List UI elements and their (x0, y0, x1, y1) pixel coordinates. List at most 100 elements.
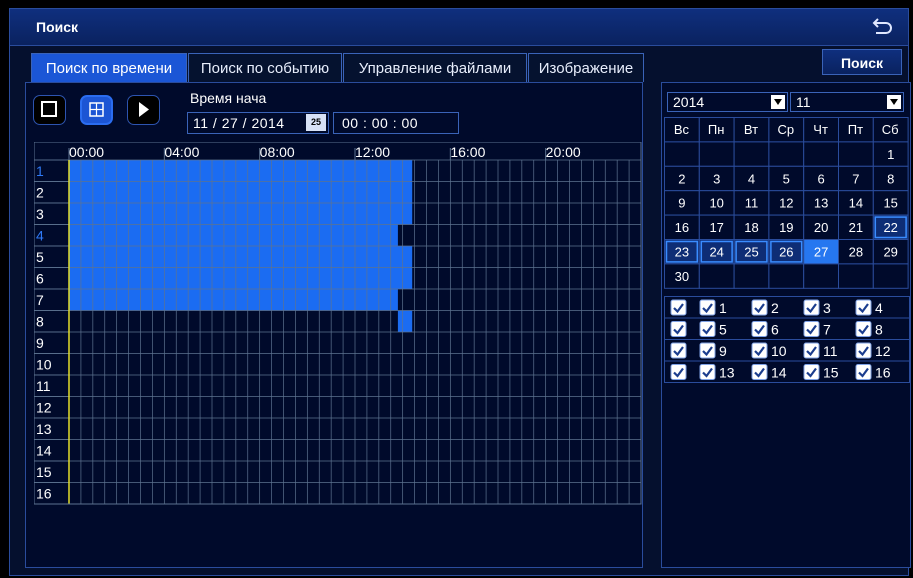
calendar-day[interactable]: 29 (883, 245, 897, 260)
quad-screen-icon (89, 102, 104, 117)
checkbox-box (803, 321, 820, 337)
calendar-icon[interactable]: 25 (306, 114, 326, 131)
checkbox-box (855, 321, 872, 337)
calendar-day[interactable]: 15 (883, 196, 897, 211)
calendar-grid[interactable]: Вс Пн Вт Ср Чт Пт Сб12 3 4 5 6 7 89 10 11 12 13 14 1516 17 1… (664, 117, 910, 293)
checkbox[interactable] (751, 342, 768, 359)
channel-check-label: 8 (875, 322, 883, 338)
checkbox[interactable] (803, 364, 820, 380)
calendar-day[interactable]: 5 (783, 171, 790, 186)
channel-number: 8 (36, 314, 44, 330)
back-icon[interactable] (872, 16, 894, 36)
calendar-day[interactable]: 23 (675, 245, 689, 260)
calendar-day[interactable]: 11 (745, 196, 759, 211)
calendar-day[interactable]: 30 (675, 269, 689, 284)
calendar-day[interactable]: 19 (779, 220, 793, 235)
channel-number: 16 (36, 486, 52, 502)
start-time-value: 00 : 00 : 00 (342, 115, 419, 131)
calendar-day[interactable]: 21 (849, 220, 863, 235)
recording-segment[interactable] (69, 246, 413, 268)
checkbox-box (751, 299, 768, 316)
calendar-day[interactable]: 17 (709, 220, 723, 235)
calendar-day[interactable]: 1 (887, 147, 894, 162)
channel-check-label: 3 (823, 300, 831, 316)
channel-number: 13 (36, 421, 52, 437)
quad-view-button[interactable] (80, 95, 113, 125)
single-view-button[interactable] (33, 95, 66, 125)
year-select[interactable]: 2014 (667, 92, 788, 112)
calendar-day[interactable]: 28 (849, 245, 863, 260)
calendar-day[interactable]: 25 (744, 245, 758, 260)
calendar-day[interactable]: 18 (744, 220, 758, 235)
checkbox[interactable] (670, 299, 687, 316)
calendar-day[interactable]: 6 (817, 171, 824, 186)
checkbox[interactable] (699, 321, 716, 337)
recording-timeline[interactable]: 00:00 04:00 08:00 12:00 16:00 20:001234567891… (34, 142, 644, 518)
channel-check-label: 16 (875, 365, 891, 381)
channel-number: 12 (36, 400, 52, 416)
checkbox[interactable] (855, 299, 872, 316)
month-select[interactable]: 11 (790, 92, 904, 112)
channel-number: 3 (36, 206, 44, 222)
checkbox[interactable] (751, 321, 768, 337)
calendar-day[interactable]: 16 (675, 220, 689, 235)
calendar-day[interactable]: 10 (709, 196, 723, 211)
recording-segment[interactable] (69, 160, 413, 182)
recording-segment[interactable] (69, 289, 398, 311)
recording-segment[interactable] (69, 267, 413, 290)
recording-segment[interactable] (69, 224, 398, 247)
tab-file-management[interactable]: Управление файлами (343, 53, 527, 82)
channel-check-label: 1 (719, 300, 727, 316)
calendar-day[interactable]: 8 (887, 171, 894, 186)
recording-segment[interactable] (69, 203, 413, 225)
calendar-day[interactable]: 9 (678, 196, 685, 211)
hour-label: 12:00 (355, 144, 390, 160)
calendar-day[interactable]: 3 (713, 171, 720, 186)
calendar-day[interactable]: 22 (883, 220, 897, 235)
checkbox[interactable] (699, 299, 716, 316)
channel-number: 4 (36, 228, 44, 244)
calendar-day-cell (803, 263, 839, 289)
checkbox-box (670, 364, 687, 380)
checkbox[interactable] (670, 364, 687, 380)
calendar-day[interactable]: 24 (709, 245, 723, 260)
calendar-day[interactable]: 14 (849, 196, 863, 211)
tab-image[interactable]: Изображение (528, 53, 644, 82)
recording-segment[interactable] (69, 181, 413, 204)
channel-check-label: 7 (823, 322, 831, 338)
checkbox[interactable] (670, 342, 687, 359)
search-button[interactable]: Поиск (822, 49, 902, 75)
checkbox[interactable] (855, 342, 872, 359)
calendar-day[interactable]: 2 (678, 171, 685, 186)
start-time-field[interactable]: 00 : 00 : 00 (333, 112, 459, 134)
tab-time-search[interactable]: Поиск по времени (31, 53, 187, 82)
calendar-day[interactable]: 12 (779, 196, 793, 211)
checkbox-box (751, 342, 768, 359)
calendar-day[interactable]: 26 (779, 245, 793, 260)
checkbox[interactable] (751, 364, 768, 380)
checkbox[interactable] (699, 342, 716, 359)
checkbox[interactable] (803, 342, 820, 359)
weekday-label: Сб (882, 122, 899, 137)
checkbox-box (803, 342, 820, 359)
channel-check-label: 2 (771, 300, 779, 316)
calendar-day[interactable]: 27 (814, 245, 828, 260)
checkbox[interactable] (803, 299, 820, 316)
chevron-down-icon (771, 95, 785, 109)
calendar-day-cell (838, 263, 874, 289)
checkbox[interactable] (751, 299, 768, 316)
checkbox[interactable] (699, 364, 716, 380)
checkbox[interactable] (670, 321, 687, 337)
calendar-day[interactable]: 4 (748, 171, 755, 186)
calendar-day[interactable]: 13 (814, 196, 828, 211)
calendar-day[interactable]: 7 (852, 171, 859, 186)
tab-event-search[interactable]: Поиск по событию (188, 53, 342, 82)
checkbox[interactable] (803, 321, 820, 337)
play-button[interactable] (127, 95, 160, 125)
channel-checkbox-grid[interactable]: 1 2 3 45 6 7 89 10 11 1213 14 15 16 (664, 296, 910, 390)
checkbox[interactable] (855, 364, 872, 380)
year-value: 2014 (673, 94, 705, 110)
checkbox[interactable] (855, 321, 872, 337)
recording-segment[interactable] (397, 310, 413, 333)
calendar-day[interactable]: 20 (814, 220, 828, 235)
